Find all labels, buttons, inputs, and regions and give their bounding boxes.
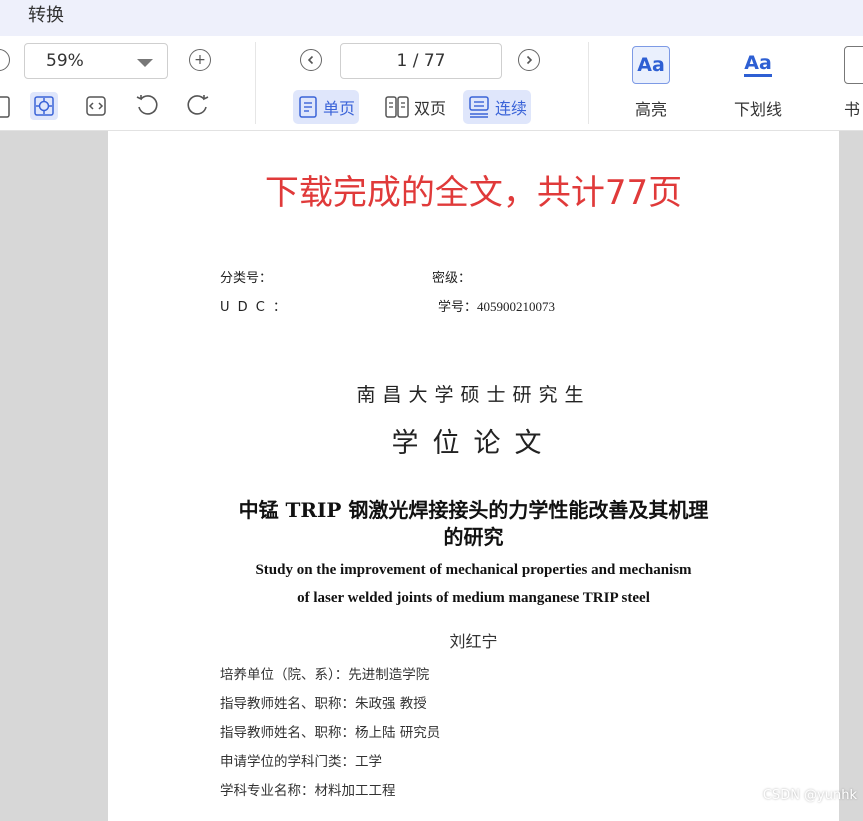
university-line: 南昌大学硕士研究生	[356, 384, 591, 406]
underline-button[interactable]: Aa 下划线	[728, 46, 788, 120]
rotate-right-button[interactable]	[184, 92, 212, 120]
zoom-select[interactable]: 59%	[24, 43, 168, 79]
document-page: 下载完成的全文，共计77页 分类号： 密级： U D C ： 学号：405900…	[108, 131, 839, 821]
fit-page-button[interactable]	[0, 93, 14, 121]
continuous-scroll-icon	[469, 96, 489, 118]
fit-page-icon	[0, 96, 10, 118]
highlight-icon: Aa	[632, 46, 670, 84]
fit-width-button[interactable]	[82, 92, 110, 120]
thesis-title-en: Study on the improvement of mechanical p…	[108, 556, 839, 612]
scroll-gutter	[839, 131, 863, 809]
chevron-right-icon	[526, 55, 533, 65]
continuous-label: 连续	[495, 99, 528, 118]
thesis-title-en-line1: Study on the improvement of mechanical p…	[255, 562, 692, 578]
continuous-button[interactable]: 连续	[463, 90, 532, 124]
author-name: 刘红宁	[449, 632, 498, 651]
underline-label: 下划线	[733, 100, 782, 119]
thesis-title-cn-line2: 的研究	[443, 525, 504, 549]
fit-width-icon	[86, 96, 106, 116]
secret-level-label: 密级：	[432, 271, 472, 286]
double-page-icon	[385, 96, 409, 118]
document-viewport[interactable]: 下载完成的全文，共计77页 分类号： 密级： U D C ： 学号：405900…	[0, 131, 863, 821]
chevron-left-icon	[307, 55, 314, 65]
student-id: 学号：405900210073	[438, 299, 556, 314]
underline-bar	[744, 74, 772, 77]
top-menu-bar: 转换	[0, 0, 863, 36]
zoom-out-button[interactable]	[0, 49, 10, 71]
chevron-down-icon	[137, 59, 153, 67]
double-page-label: 双页	[414, 99, 447, 118]
toolbar-divider	[588, 42, 589, 124]
target-icon	[34, 96, 54, 116]
info-line: 学科专业名称：材料加工工程	[220, 783, 396, 799]
zoom-value: 59%	[46, 51, 84, 71]
rotate-right-icon	[187, 95, 209, 115]
info-line: 指导教师姓名、职称：杨上陆 研究员	[220, 725, 441, 741]
highlight-button[interactable]: Aa 高亮	[621, 46, 681, 120]
thesis-title-en-line2: of laser welded joints of medium mangane…	[297, 590, 650, 606]
bookmark-button[interactable]: 书	[844, 46, 863, 136]
single-page-button[interactable]: 单页	[293, 90, 360, 124]
info-line: 指导教师姓名、职称：朱政强 教授	[220, 696, 427, 712]
plus-icon: +	[194, 52, 206, 68]
tab-convert[interactable]: 转换	[28, 1, 64, 27]
thesis-title-cn-line1: 中锰 TRIP 钢激光焊接接头的力学性能改善及其机理	[238, 498, 709, 522]
thesis-title-cn: 中锰 TRIP 钢激光焊接接头的力学性能改善及其机理 的研究	[108, 497, 839, 551]
rotate-left-button[interactable]	[133, 92, 161, 120]
bookmark-icon	[844, 46, 863, 84]
underline-icon: Aa	[739, 46, 777, 84]
single-page-icon	[299, 96, 317, 118]
prev-page-button[interactable]	[300, 49, 322, 71]
udc-label: U D C ：	[220, 300, 288, 315]
next-page-button[interactable]	[518, 49, 540, 71]
toolbar-divider	[255, 42, 256, 124]
info-line: 申请学位的学科门类：工学	[220, 754, 382, 770]
bookmark-label: 书	[844, 100, 861, 119]
rotate-left-icon	[136, 95, 158, 115]
classification-label: 分类号：	[220, 271, 273, 286]
info-line: 培养单位（院、系）：先进制造学院	[220, 667, 430, 683]
download-banner: 下载完成的全文，共计77页	[264, 173, 683, 213]
page-number-input[interactable]: 1 / 77	[340, 43, 502, 79]
single-page-label: 单页	[323, 99, 356, 118]
double-page-button[interactable]: 双页	[380, 90, 450, 124]
underline-glyph: Aa	[744, 52, 772, 74]
highlight-label: 高亮	[634, 100, 667, 119]
degree-line: 学位论文	[391, 428, 556, 459]
csdn-watermark: CSDN @yunhk	[762, 788, 857, 803]
zoom-in-button[interactable]: +	[189, 49, 211, 71]
actual-size-button[interactable]	[30, 92, 58, 120]
reader-toolbar: 59% + 1 / 77 单页 双页 连续 Aa 高亮 Aa 下划线 书	[0, 36, 863, 131]
